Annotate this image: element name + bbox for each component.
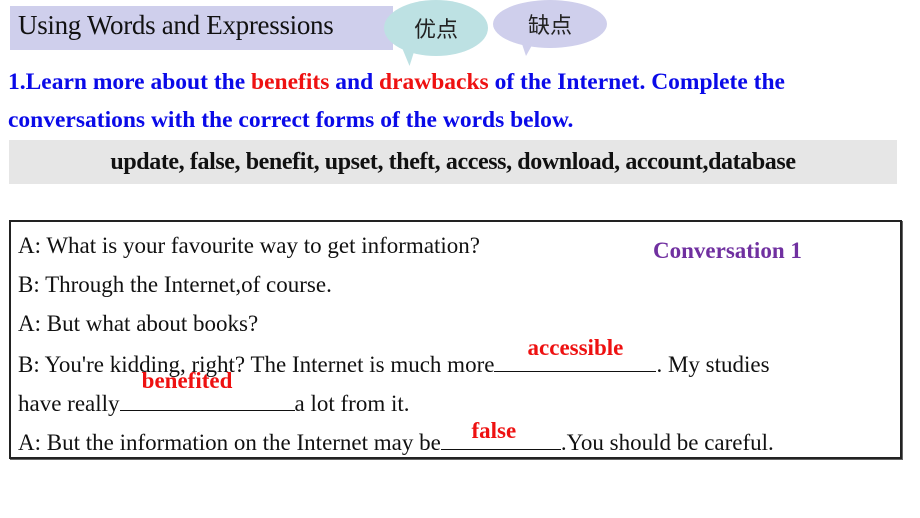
bubble-label: 缺点: [527, 14, 572, 39]
instruction-text: 1.Learn more about the: [8, 69, 252, 95]
answer-blank[interactable]: false: [440, 418, 561, 450]
speech-bubble-disadvantages: 缺点: [493, 0, 607, 48]
conversation-title: Conversation 1: [653, 238, 802, 263]
word-bank-text: update, false, benefit, upset, theft, ac…: [110, 148, 796, 175]
answer-text: benefited: [141, 368, 233, 393]
answer-text: accessible: [527, 335, 624, 360]
word-bank: update, false, benefit, upset, theft, ac…: [9, 140, 897, 184]
speech-bubble-advantages: 优点: [384, 0, 488, 56]
line-text: A: But the information on the Internet m…: [18, 430, 441, 455]
line-text: .You should be careful.: [560, 430, 774, 455]
answer-text: false: [471, 418, 517, 443]
dialogue-line: B: Through the Internet,of course.: [18, 272, 332, 297]
dialogue-line: A: But the information on the Internet m…: [18, 418, 774, 456]
bubble-label: 优点: [413, 18, 458, 43]
highlight-benefits: benefits: [251, 69, 330, 95]
line-text: . My studies: [656, 352, 770, 377]
dialogue-line: have really benefited a lot from it.: [18, 368, 410, 417]
conversation-box: Conversation 1 A: What is your favourite…: [9, 220, 902, 459]
answer-blank[interactable]: accessible: [494, 335, 657, 372]
answer-blank[interactable]: benefited: [119, 368, 295, 411]
instructions: 1.Learn more about the benefits and draw…: [8, 63, 913, 139]
line-text: a lot from it.: [294, 391, 410, 416]
highlight-drawbacks: drawbacks: [379, 69, 489, 95]
instruction-text: and: [329, 69, 380, 95]
page-title: Using Words and Expressions: [18, 10, 334, 40]
dialogue-line: A: But what about books?: [18, 311, 259, 336]
dialogue-line: A: What is your favourite way to get inf…: [18, 233, 481, 258]
line-text: have really: [18, 391, 120, 416]
